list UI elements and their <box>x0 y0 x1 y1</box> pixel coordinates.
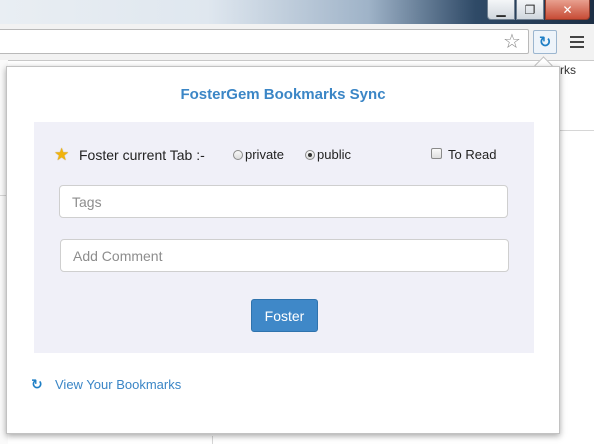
close-button[interactable]: ✕ <box>545 0 590 20</box>
tags-input[interactable] <box>59 185 508 218</box>
background-divider <box>212 436 213 444</box>
private-radio-label[interactable]: private <box>245 147 284 163</box>
foster-button[interactable]: Foster <box>251 299 318 332</box>
view-bookmarks-text[interactable]: View Your Bookmarks <box>55 376 181 394</box>
window-controls: ▁ ❐ ✕ <box>486 0 590 20</box>
background-page-text: rks <box>560 63 576 77</box>
hamburger-menu-icon[interactable] <box>570 36 584 48</box>
popup-title: FosterGem Bookmarks Sync <box>180 86 386 103</box>
foster-current-tab-label: Foster current Tab :- <box>79 147 205 163</box>
public-radio-label[interactable]: public <box>317 147 351 163</box>
to-read-label[interactable]: To Read <box>448 147 496 163</box>
star-icon: ★ <box>54 145 70 165</box>
refresh-icon: ↻ <box>31 377 43 393</box>
foster-sync-extension-icon[interactable]: ↻ <box>533 30 557 54</box>
maximize-button[interactable]: ❐ <box>516 0 544 20</box>
extension-popup: FosterGem Bookmarks Sync ★ Foster curren… <box>6 66 560 434</box>
to-read-checkbox[interactable] <box>431 148 442 159</box>
minimize-button[interactable]: ▁ <box>487 0 515 20</box>
foster-options-row: ★ Foster current Tab :- private public T… <box>54 146 514 166</box>
bookmark-star-icon[interactable]: ☆ <box>503 31 521 51</box>
comment-input[interactable] <box>60 239 509 272</box>
public-radio[interactable] <box>305 150 315 160</box>
private-radio[interactable] <box>233 150 243 160</box>
background-divider <box>560 130 594 131</box>
address-bar[interactable] <box>0 29 529 54</box>
window-titlebar: ▁ ❐ ✕ <box>0 0 594 24</box>
foster-form-panel: ★ Foster current Tab :- private public T… <box>34 122 534 353</box>
